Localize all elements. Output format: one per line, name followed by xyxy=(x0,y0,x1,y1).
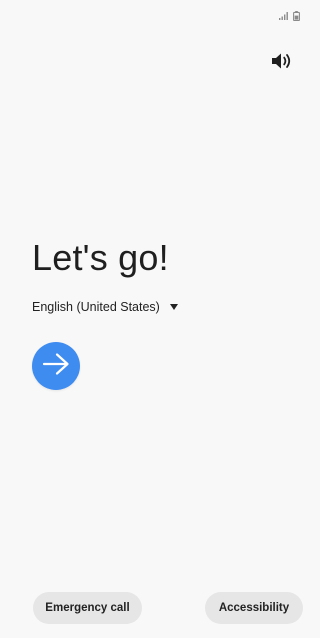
next-button[interactable] xyxy=(32,342,80,390)
accessibility-label: Accessibility xyxy=(218,602,290,614)
volume-icon xyxy=(271,52,293,75)
sound-toggle-button[interactable] xyxy=(268,52,296,74)
emergency-call-label: Emergency call xyxy=(45,602,130,614)
arrow-right-icon xyxy=(41,352,71,381)
caret-down-icon xyxy=(169,304,178,310)
welcome-headline: Let's go! xyxy=(32,237,169,278)
setup-welcome-screen: Let's go! English (United States) Emerge… xyxy=(0,0,312,638)
language-label: English (United States) xyxy=(32,300,160,314)
signal-icon xyxy=(279,12,289,20)
language-selector[interactable]: English (United States) xyxy=(32,300,178,314)
battery-icon xyxy=(293,11,300,21)
status-bar xyxy=(279,10,300,22)
emergency-call-button[interactable]: Emergency call xyxy=(33,592,142,624)
accessibility-button[interactable]: Accessibility xyxy=(205,592,303,624)
